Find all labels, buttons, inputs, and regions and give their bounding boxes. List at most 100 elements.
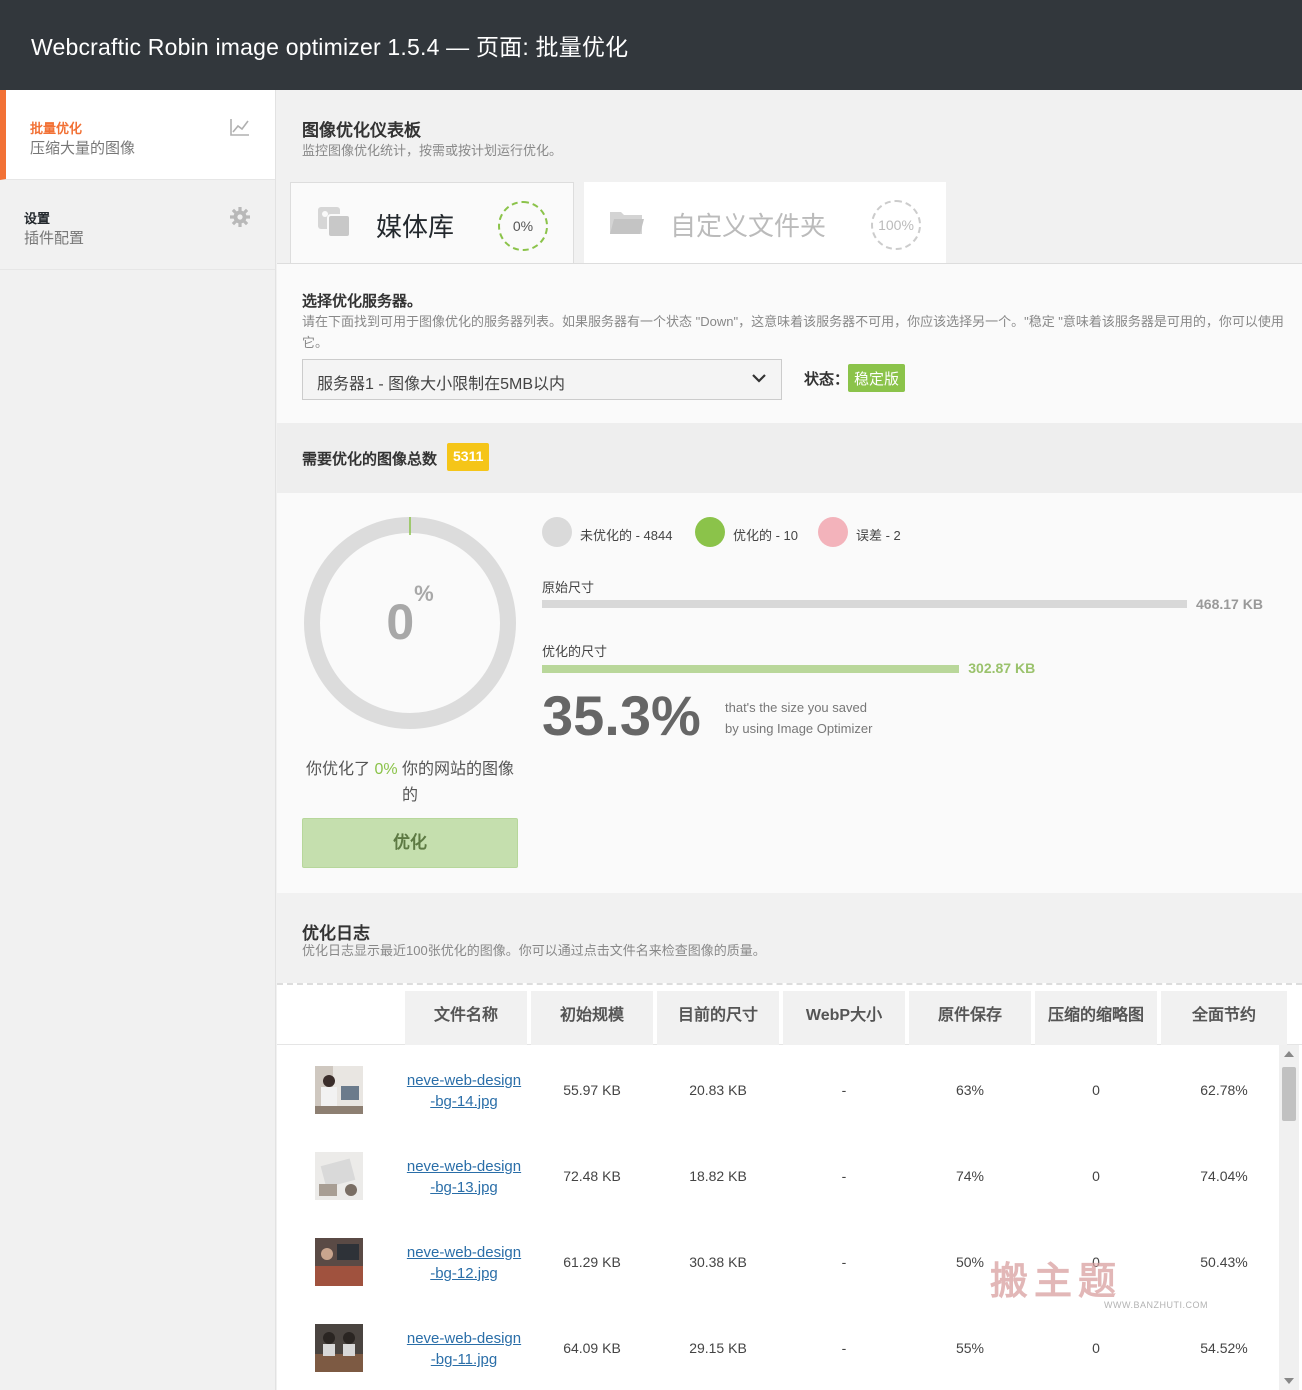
cell-original-saved: 55%	[955, 1340, 985, 1356]
tab-custom-folder[interactable]: 自定义文件夹 100%	[584, 182, 946, 263]
scroll-thumb[interactable]	[1282, 1067, 1296, 1121]
file-name-link[interactable]: neve-web-design-bg-13.jpg	[405, 1156, 523, 1198]
cell-initial-size: 55.97 KB	[563, 1082, 621, 1098]
donut-percent: 0%	[302, 581, 518, 651]
cell-current-size: 18.82 KB	[689, 1168, 747, 1184]
server-select-value: 服务器1 - 图像大小限制在5MB以内	[317, 376, 566, 393]
image-thumbnail[interactable]	[315, 1152, 363, 1200]
legend-label: 优化的 - 10	[733, 528, 799, 543]
server-panel: 选择优化服务器。 请在下面找到可用于图像优化的服务器列表。如果服务器有一个状态 …	[277, 263, 1302, 423]
cell-total-saving: 62.78%	[1200, 1082, 1248, 1098]
cell-original-saved: 63%	[955, 1082, 985, 1098]
log-table: 文件名称 初始规模 目前的尺寸 WebP大小 原件保存 压缩的缩略图 全面节约 …	[277, 983, 1302, 1390]
cell-thumbnails: 0	[1092, 1082, 1100, 1098]
optimize-button[interactable]: 优化	[302, 818, 518, 868]
cell-total-saving: 54.52%	[1200, 1340, 1248, 1356]
summary-percent: 0%	[374, 761, 398, 778]
tab-media-library[interactable]: 媒体库 0%	[290, 182, 574, 263]
site-watermark: 搬主题 WWW.BANZHUTI.COM	[990, 1248, 1220, 1314]
cell-current-size: 30.38 KB	[689, 1254, 747, 1270]
column-header: 目前的尺寸	[657, 991, 779, 1045]
original-size-bar	[542, 600, 1187, 608]
status-badge: 稳定版	[848, 364, 906, 392]
optimized-size-bar	[542, 665, 960, 673]
cell-webp-size: -	[841, 1168, 847, 1184]
scroll-down-arrow[interactable]	[1284, 1378, 1294, 1384]
table-row: neve-web-design-bg-11.jpg 64.09 KB 29.15…	[277, 1307, 1277, 1390]
donut-percent-value: 0	[386, 594, 415, 650]
donut-percent-sign: %	[414, 581, 434, 607]
column-header: 文件名称	[405, 991, 527, 1045]
tab-percent: 0%	[498, 201, 548, 251]
cell-webp-size: -	[841, 1082, 847, 1098]
photo-thumbnail-icon	[315, 1066, 363, 1114]
top-header: Webcraftic Robin image optimizer 1.5.4 —…	[0, 0, 1302, 90]
images-icon	[318, 207, 351, 238]
server-select[interactable]: 服务器1 - 图像大小限制在5MB以内	[302, 359, 782, 400]
watermark-url: WWW.BANZHUTI.COM	[1104, 1300, 1208, 1310]
sidebar-item-desc: 压缩大量的图像	[30, 140, 136, 157]
saving-note-line: by using Image Optimizer	[725, 721, 873, 736]
sidebar-item-desc: 插件配置	[24, 230, 85, 247]
sidebar-item-label: 设置	[24, 211, 51, 226]
sidebar-item-settings[interactable]: 设置 插件配置	[0, 180, 275, 270]
optimized-summary: 你优化了 0% 你的网站的图像的	[302, 757, 518, 809]
legend-label: 误差 - 2	[856, 528, 901, 543]
legend-dot	[818, 517, 848, 547]
table-row: neve-web-design-bg-13.jpg 72.48 KB 18.82…	[277, 1135, 1277, 1221]
summary-after: 你的网站的图像的	[401, 761, 515, 804]
chart-line-icon	[230, 119, 249, 136]
photo-thumbnail-icon	[315, 1324, 363, 1372]
cell-thumbnails: 0	[1092, 1168, 1100, 1184]
image-thumbnail[interactable]	[315, 1066, 363, 1114]
file-name-link[interactable]: neve-web-design-bg-12.jpg	[405, 1242, 523, 1284]
cell-initial-size: 61.29 KB	[563, 1254, 621, 1270]
photo-thumbnail-icon	[315, 1238, 363, 1286]
cell-original-saved: 74%	[955, 1168, 985, 1184]
saving-note-line: that's the size you saved	[725, 700, 867, 715]
original-size-label: 原始尺寸	[542, 580, 595, 595]
cell-current-size: 29.15 KB	[689, 1340, 747, 1356]
sidebar-item-bulk-optimize[interactable]: 批量优化 压缩大量的图像	[0, 90, 275, 180]
original-size-value: 468.17 KB	[1196, 596, 1263, 612]
tab-label: 媒体库	[376, 212, 455, 242]
total-images-band: 需要优化的图像总数 5311	[277, 423, 1302, 493]
main-content: 图像优化仪表板 监控图像优化统计，按需或按计划运行优化。 媒体库 0% 自定义文…	[277, 90, 1302, 1390]
legend-dot	[542, 517, 572, 547]
chevron-down-icon	[752, 374, 766, 383]
summary-before: 你优化了	[305, 761, 370, 778]
file-name-link[interactable]: neve-web-design-bg-14.jpg	[405, 1070, 523, 1112]
status-label: 状态：	[804, 371, 850, 388]
cell-webp-size: -	[841, 1254, 847, 1270]
sidebar-item-label: 批量优化	[30, 121, 83, 136]
cell-initial-size: 64.09 KB	[563, 1340, 621, 1356]
table-header-row: 文件名称 初始规模 目前的尺寸 WebP大小 原件保存 压缩的缩略图 全面节约	[277, 985, 1302, 1045]
cell-initial-size: 72.48 KB	[563, 1168, 621, 1184]
table-row: neve-web-design-bg-14.jpg 55.97 KB 20.83…	[277, 1049, 1277, 1135]
total-images-label: 需要优化的图像总数	[302, 451, 438, 468]
photo-thumbnail-icon	[315, 1152, 363, 1200]
table-scrollbar[interactable]	[1279, 1045, 1299, 1390]
column-header: 压缩的缩略图	[1035, 991, 1157, 1045]
page-title: Webcraftic Robin image optimizer 1.5.4 —…	[31, 34, 629, 60]
column-header: WebP大小	[783, 991, 905, 1045]
dashboard-subtitle: 监控图像优化统计，按需或按计划运行优化。	[302, 143, 563, 158]
image-thumbnail[interactable]	[315, 1238, 363, 1286]
saving-note: that's the size you saved by using Image…	[725, 697, 872, 739]
scroll-up-arrow[interactable]	[1284, 1051, 1294, 1057]
image-thumbnail[interactable]	[315, 1324, 363, 1372]
log-header: 优化日志 优化日志显示最近100张优化的图像。你可以通过点击文件名来检查图像的质…	[277, 893, 1302, 983]
tab-percent: 100%	[871, 200, 921, 250]
log-subtitle: 优化日志显示最近100张优化的图像。你可以通过点击文件名来检查图像的质量。	[302, 943, 766, 958]
column-header: 初始规模	[531, 991, 653, 1045]
server-description: 请在下面找到可用于图像优化的服务器列表。如果服务器有一个状态 "Down"，这意…	[302, 314, 1284, 350]
folder-icon	[610, 212, 644, 234]
sidebar: 批量优化 压缩大量的图像 设置 插件配置	[0, 90, 276, 1390]
dashboard-title: 图像优化仪表板	[302, 121, 421, 140]
file-name-link[interactable]: neve-web-design-bg-11.jpg	[405, 1328, 523, 1370]
gear-icon	[230, 207, 250, 227]
stats-panel: 0% 你优化了 0% 你的网站的图像的 优化 未优化的 - 4844 优化的 -…	[277, 493, 1302, 893]
legend-label: 未优化的 - 4844	[580, 528, 673, 543]
cell-thumbnails: 0	[1092, 1340, 1100, 1356]
optimized-size-label: 优化的尺寸	[542, 644, 608, 659]
